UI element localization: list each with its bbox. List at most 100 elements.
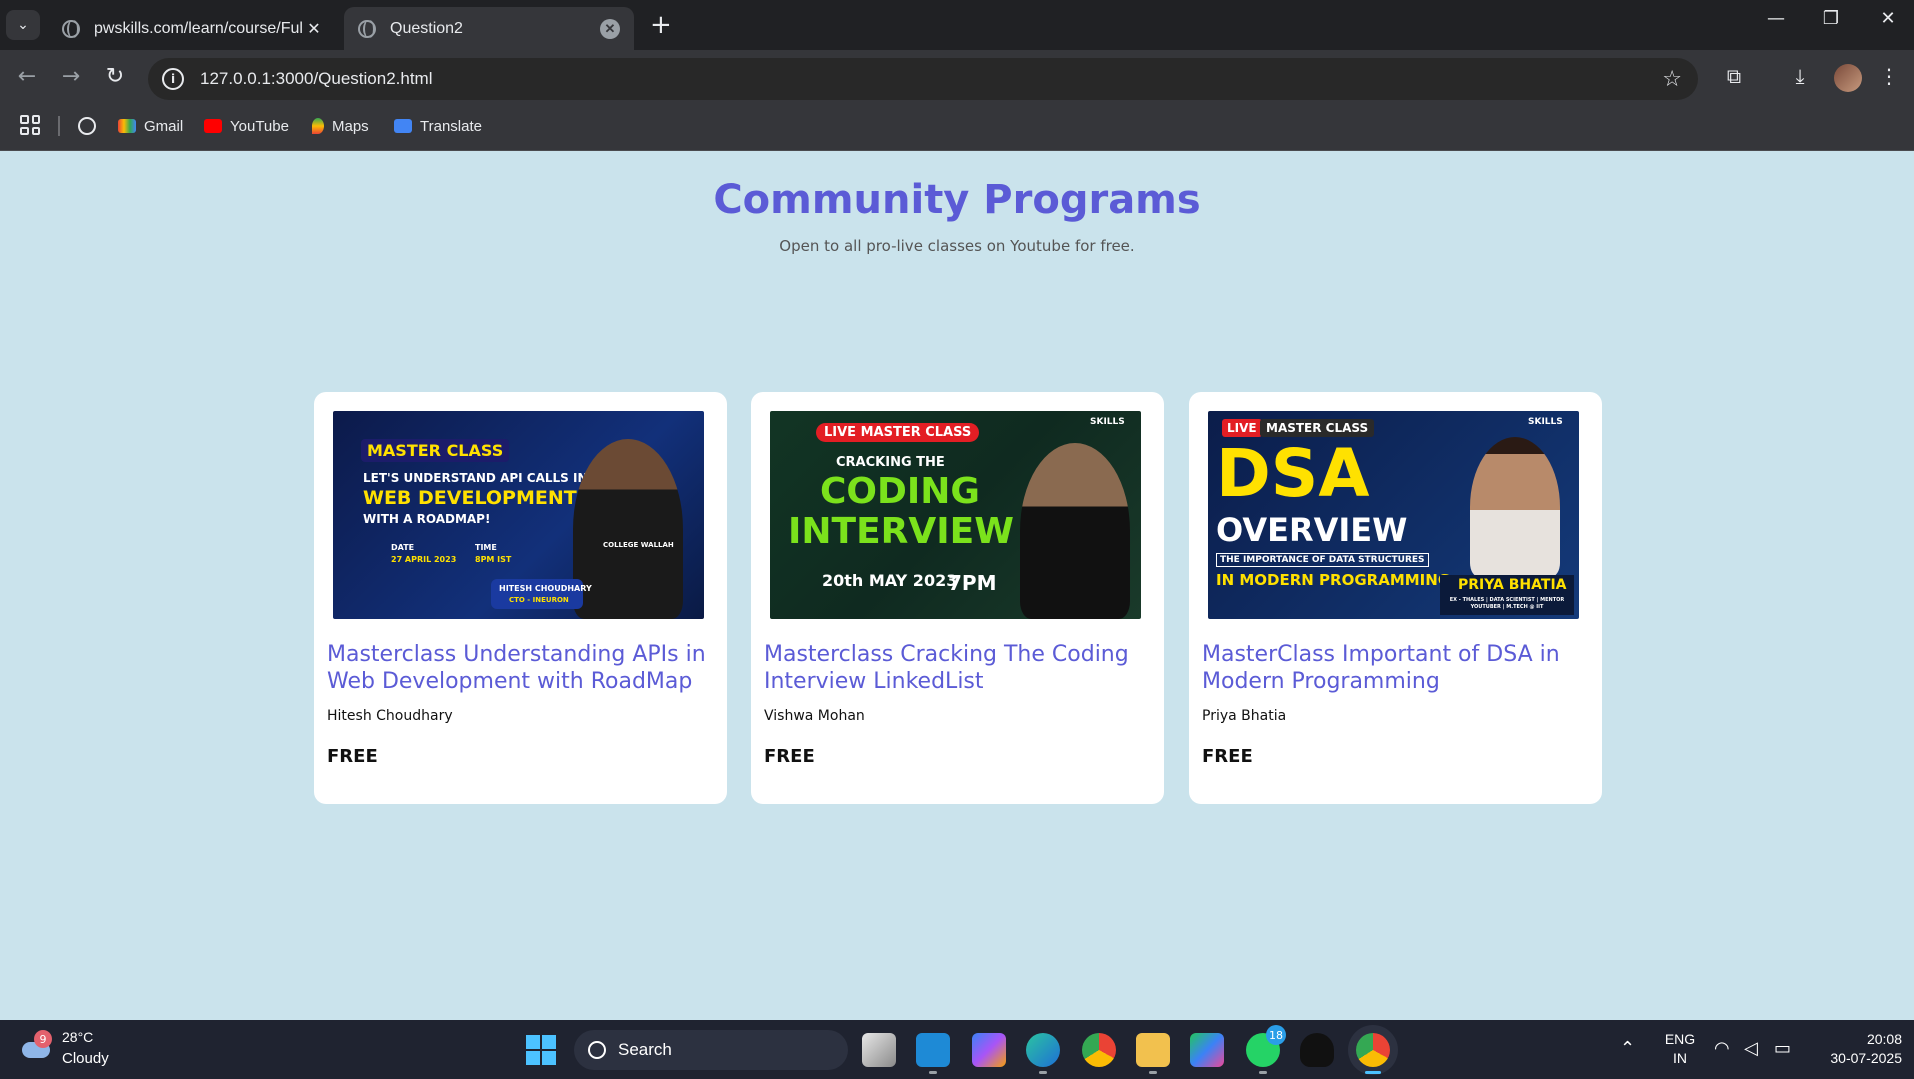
card-author: Priya Bhatia [1202, 708, 1287, 724]
linux-icon[interactable] [1300, 1033, 1334, 1067]
card-thumbnail[interactable]: LIVE MASTER CLASS SKILLS CRACKING THE CO… [770, 411, 1141, 619]
copilot-icon[interactable] [972, 1033, 1006, 1067]
windows-start-icon[interactable] [526, 1035, 556, 1065]
site-info-icon[interactable]: i [162, 68, 184, 90]
language-indicator[interactable]: ENG IN [1660, 1030, 1700, 1068]
card-thumbnail[interactable]: LIVE MASTER CLASS SKILLS DSA OVERVIEW TH… [1208, 411, 1579, 619]
weather-badge: 9 [34, 1030, 52, 1048]
clock[interactable]: 20:08 30-07-2025 [1812, 1030, 1902, 1068]
apps-grid-icon[interactable] [20, 115, 40, 135]
thumb-date: 20th MAY 2023 [822, 571, 958, 590]
wifi-icon[interactable]: ◠ [1714, 1038, 1730, 1059]
taskbar: 9 28°C Cloudy Search 18 ⌃ ENG IN ◠ ◁ ▭ 2… [0, 1020, 1914, 1079]
m365-icon[interactable] [1190, 1033, 1224, 1067]
thumb-time: 8PM IST [475, 555, 512, 564]
presenter-plate: HITESH CHOUDHARY CTO - INEURON [491, 579, 592, 609]
edge-icon[interactable] [1026, 1033, 1060, 1074]
bookmark-maps[interactable]: Maps [312, 113, 369, 139]
bookmark-label: YouTube [230, 117, 289, 135]
globe-bookmark-icon[interactable] [78, 113, 96, 139]
chrome-active-icon[interactable] [1356, 1033, 1390, 1074]
reload-icon[interactable]: ↻ [100, 64, 130, 89]
chrome-icon[interactable] [1082, 1033, 1116, 1067]
page-content: Community Programs Open to all pro-live … [0, 151, 1914, 1020]
thumb-date-label: DATE [391, 543, 415, 552]
weather-condition[interactable]: Cloudy [62, 1050, 109, 1067]
extensions-icon[interactable]: ⧉ [1719, 64, 1749, 88]
card-title[interactable]: Masterclass Cracking The Coding Intervie… [764, 641, 1154, 695]
forward-icon[interactable]: → [56, 64, 86, 89]
program-card[interactable]: LIVE MASTER CLASS SKILLS CRACKING THE CO… [751, 392, 1164, 804]
thumb-line: CODING [820, 471, 980, 512]
weather-icon[interactable]: 9 [20, 1030, 52, 1060]
bookmark-youtube[interactable]: YouTube [204, 113, 289, 139]
page-subtitle: Open to all pro-live classes on Youtube … [779, 237, 1135, 255]
thumb-role: CTO - INEURON [509, 596, 569, 604]
thumb-time-label: TIME [475, 543, 497, 552]
weather-temperature[interactable]: 28°C [62, 1029, 93, 1045]
thumb-line: LET'S UNDERSTAND API CALLS IN [363, 471, 588, 485]
back-icon[interactable]: ← [12, 64, 42, 89]
address-bar[interactable]: i 127.0.0.1:3000/Question2.html ☆ [148, 58, 1698, 100]
tab-title: Question2 [390, 19, 463, 37]
chevron-up-icon[interactable]: ⌃ [1620, 1038, 1635, 1059]
file-explorer-icon[interactable] [1136, 1033, 1170, 1074]
thumb-line: WITH A ROADMAP! [363, 512, 491, 526]
thumb-line: IN MODERN PROGRAMMING [1216, 571, 1451, 589]
close-window-icon[interactable]: ✕ [1868, 8, 1908, 29]
bookmark-label: Maps [332, 117, 369, 135]
bookmark-gmail[interactable]: Gmail [118, 113, 183, 139]
presenter-photo [1470, 437, 1560, 577]
minimize-icon[interactable]: — [1756, 8, 1796, 29]
download-icon[interactable]: ⤓ [1785, 64, 1815, 88]
card-price: FREE [327, 746, 378, 767]
taskbar-search[interactable]: Search [574, 1030, 848, 1070]
card-price: FREE [764, 746, 815, 767]
translate-icon [394, 119, 412, 133]
thumb-line: OVERVIEW [1216, 511, 1408, 549]
volume-icon[interactable]: ◁ [1744, 1038, 1758, 1059]
whatsapp-badge: 18 [1266, 1025, 1286, 1045]
restore-icon[interactable]: ❐ [1811, 8, 1851, 29]
globe-icon [358, 19, 376, 38]
clock-time: 20:08 [1866, 1031, 1902, 1047]
browser-toolbar: ← → ↻ i 127.0.0.1:3000/Question2.html ☆ … [0, 50, 1914, 108]
thumb-time: 7PM [948, 571, 997, 595]
bookmark-translate[interactable]: Translate [394, 113, 482, 139]
thumb-badge: MASTER CLASS [361, 439, 510, 462]
tab-search-button[interactable]: ⌄ [6, 10, 40, 40]
program-card[interactable]: LIVE MASTER CLASS SKILLS DSA OVERVIEW TH… [1189, 392, 1602, 804]
gmail-icon [118, 119, 136, 133]
search-label: Search [618, 1040, 672, 1059]
presenter-photo [1020, 443, 1130, 619]
presenter-plate: PRIYA BHATIA EX - THALES | DATA SCIENTIS… [1440, 575, 1574, 615]
url-text[interactable]: 127.0.0.1:3000/Question2.html [200, 69, 433, 89]
whatsapp-icon[interactable]: 18 [1246, 1025, 1286, 1074]
task-view-icon[interactable] [862, 1033, 896, 1067]
tab-pwskills[interactable]: pwskills.com/learn/course/Full- ✕ [48, 7, 338, 50]
thumb-brand: SKILLS [1090, 417, 1125, 427]
card-thumbnail[interactable]: MASTER CLASS LET'S UNDERSTAND API CALLS … [333, 411, 704, 619]
tab-question2[interactable]: Question2 ✕ [344, 7, 634, 50]
program-card[interactable]: MASTER CLASS LET'S UNDERSTAND API CALLS … [314, 392, 727, 804]
card-title[interactable]: Masterclass Understanding APIs in Web De… [327, 641, 717, 695]
thumb-line: INTERVIEW [788, 511, 1014, 552]
thumb-date: 27 APRIL 2023 [391, 555, 457, 564]
tab-title: pwskills.com/learn/course/Full- [94, 19, 304, 37]
close-tab-icon[interactable]: ✕ [304, 19, 324, 39]
youtube-icon [204, 119, 222, 133]
bookmark-star-icon[interactable]: ☆ [1662, 67, 1682, 92]
new-tab-button[interactable]: + [650, 10, 672, 40]
card-title[interactable]: MasterClass Important of DSA in Modern P… [1202, 641, 1592, 695]
lang-bottom: IN [1673, 1050, 1687, 1066]
thumb-line: DSA [1216, 435, 1370, 512]
profile-avatar[interactable] [1834, 64, 1862, 92]
battery-icon[interactable]: ▭ [1774, 1038, 1791, 1059]
close-tab-icon[interactable]: ✕ [600, 18, 620, 39]
card-price: FREE [1202, 746, 1253, 767]
thumb-line: WEB DEVELOPMENT [363, 487, 577, 509]
thumb-line: THE IMPORTANCE OF DATA STRUCTURES [1216, 553, 1429, 567]
card-author: Hitesh Choudhary [327, 708, 453, 724]
menu-icon[interactable]: ⋮ [1874, 64, 1904, 88]
vscode-icon[interactable] [916, 1033, 950, 1074]
